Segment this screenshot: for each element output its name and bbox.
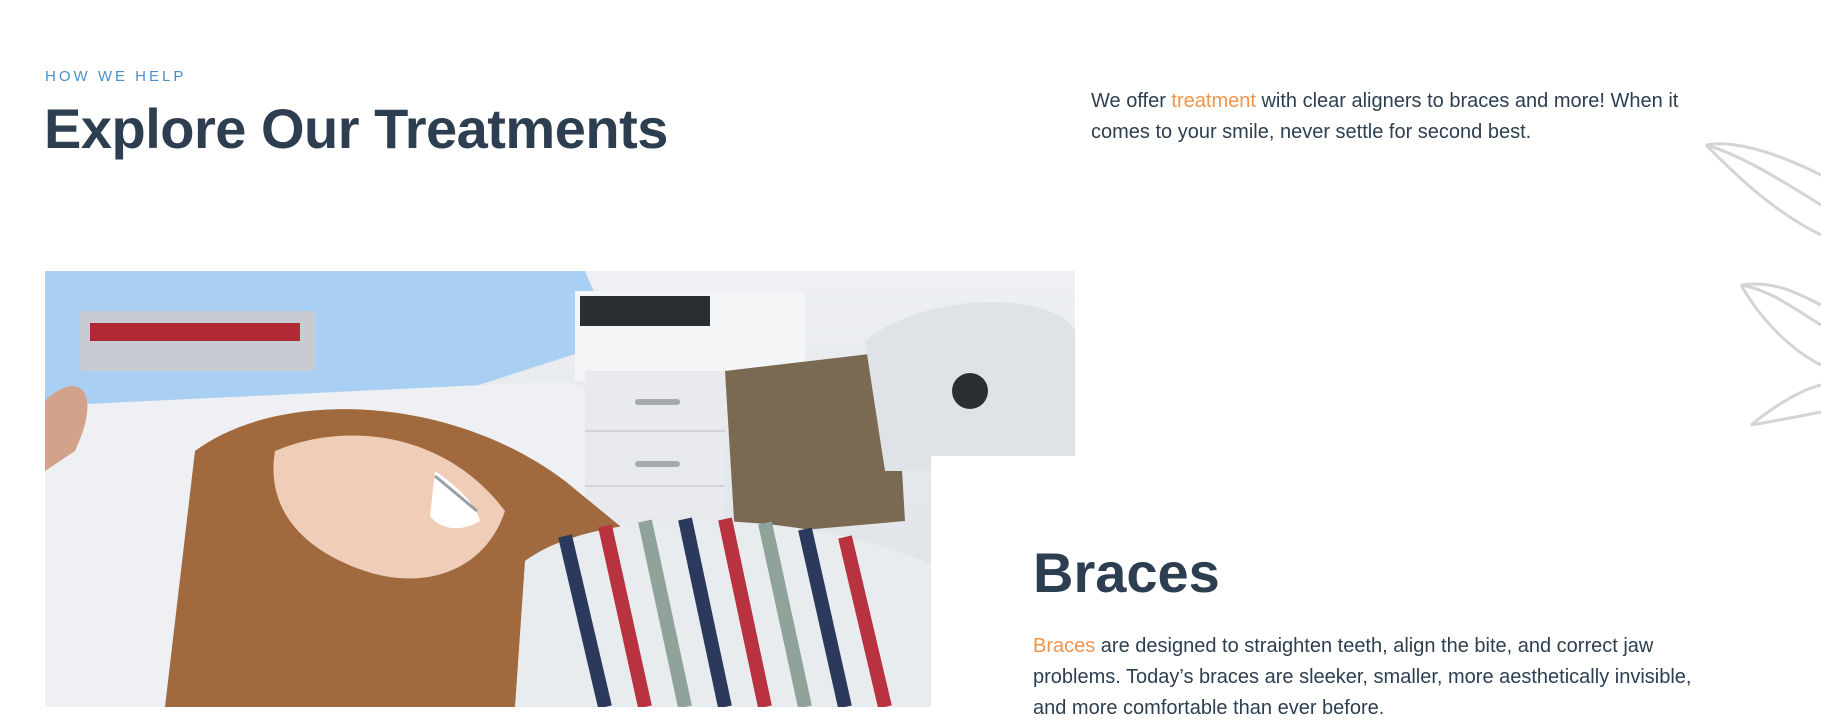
section-title: Explore Our Treatments xyxy=(44,97,668,160)
treatment-description-text: are designed to straighten teeth, align … xyxy=(1033,635,1692,719)
treatment-link[interactable]: treatment xyxy=(1171,90,1255,112)
treatment-title: Braces xyxy=(1033,541,1220,604)
braces-link[interactable]: Braces xyxy=(1033,635,1095,657)
treatment-description: Braces are designed to straighten teeth,… xyxy=(1033,631,1723,724)
treatment-photo xyxy=(45,271,1075,707)
intro-text: We offer treatment with clear aligners t… xyxy=(1091,86,1731,148)
eyebrow-label: HOW WE HELP xyxy=(45,68,187,85)
leaf-outline-icon xyxy=(1704,142,1821,427)
intro-prefix: We offer xyxy=(1091,90,1172,112)
